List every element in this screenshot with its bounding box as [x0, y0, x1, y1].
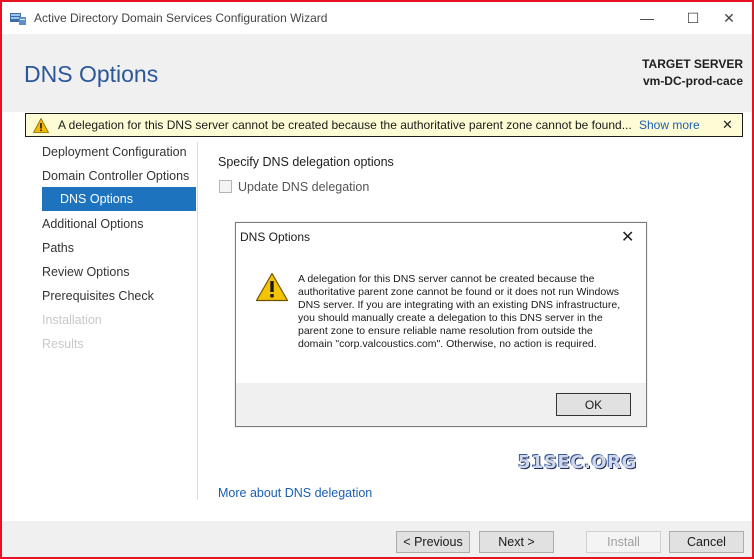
- watermark: 51SEC.ORG: [518, 452, 637, 473]
- warning-banner: A delegation for this DNS server cannot …: [25, 113, 743, 137]
- nav-item-installation: Installation: [42, 313, 102, 327]
- install-button: Install: [586, 531, 661, 553]
- dns-options-dialog: DNS Options ✕ A delegation for this DNS …: [235, 222, 647, 427]
- wizard-footer: < Previous Next > Install Cancel: [2, 521, 752, 557]
- warning-icon: [255, 272, 289, 302]
- show-more-link[interactable]: Show more: [639, 118, 700, 132]
- minimize-button[interactable]: —: [624, 2, 670, 34]
- wizard-header: DNS Options TARGET SERVER vm-DC-prod-cac…: [2, 34, 752, 112]
- window-title: Active Directory Domain Services Configu…: [34, 11, 328, 25]
- nav-item-results: Results: [42, 337, 84, 351]
- cancel-button[interactable]: Cancel: [669, 531, 744, 553]
- warning-text: A delegation for this DNS server cannot …: [58, 118, 632, 132]
- dialog-title: DNS Options: [240, 230, 311, 244]
- close-button[interactable]: ✕: [706, 2, 752, 34]
- nav-item-domain-controller-options[interactable]: Domain Controller Options: [42, 169, 189, 183]
- nav-item-paths[interactable]: Paths: [42, 241, 74, 255]
- next-button[interactable]: Next >: [479, 531, 554, 553]
- nav-item-additional-options[interactable]: Additional Options: [42, 217, 143, 231]
- dialog-close-icon[interactable]: ✕: [621, 227, 634, 247]
- ok-button[interactable]: OK: [556, 393, 631, 416]
- previous-button[interactable]: < Previous: [396, 531, 470, 553]
- nav-item-deployment-configuration[interactable]: Deployment Configuration: [42, 145, 187, 159]
- wizard-nav: Deployment Configuration Domain Controll…: [2, 140, 198, 500]
- dialog-footer: OK: [236, 383, 646, 426]
- warning-icon: [33, 118, 49, 133]
- nav-divider: [197, 142, 198, 500]
- nav-item-prerequisites-check[interactable]: Prerequisites Check: [42, 289, 154, 303]
- nav-item-dns-options[interactable]: DNS Options: [42, 187, 196, 211]
- target-server-label: TARGET SERVER: [642, 57, 743, 71]
- close-icon[interactable]: ✕: [722, 117, 733, 133]
- specify-delegation-label: Specify DNS delegation options: [218, 155, 394, 169]
- update-dns-delegation-checkbox[interactable]: [219, 180, 232, 193]
- page-title: DNS Options: [24, 61, 159, 87]
- target-server-value: vm-DC-prod-cace: [642, 74, 743, 88]
- title-bar[interactable]: Active Directory Domain Services Configu…: [2, 2, 752, 34]
- more-about-dns-delegation-link[interactable]: More about DNS delegation: [218, 486, 372, 500]
- dialog-message: A delegation for this DNS server cannot …: [298, 273, 621, 350]
- update-dns-delegation-label[interactable]: Update DNS delegation: [238, 180, 369, 194]
- nav-item-review-options[interactable]: Review Options: [42, 265, 130, 279]
- wizard-window: Active Directory Domain Services Configu…: [0, 0, 754, 559]
- server-manager-icon: [10, 13, 26, 25]
